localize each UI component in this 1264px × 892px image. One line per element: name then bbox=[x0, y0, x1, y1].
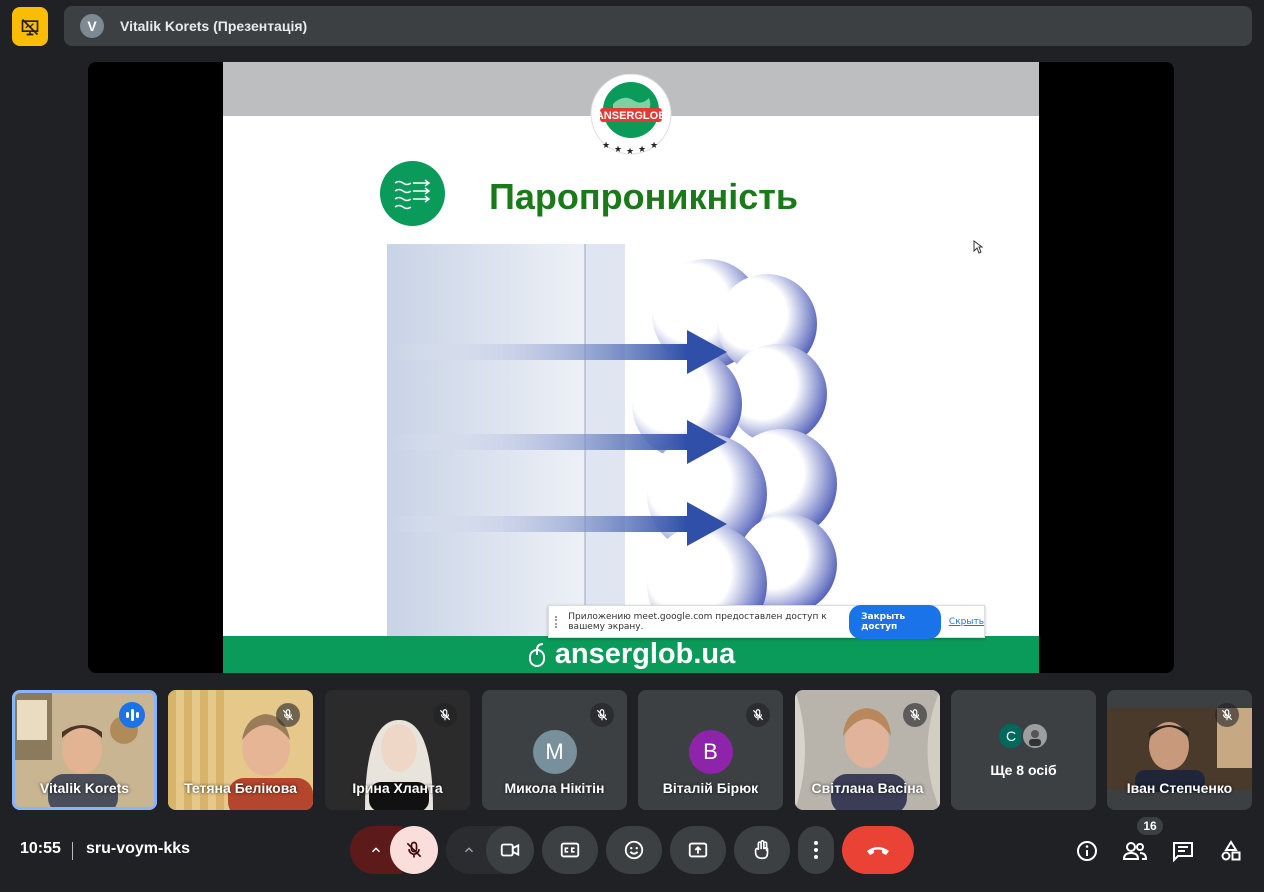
more-participants-label: Ще 8 осіб bbox=[990, 762, 1057, 778]
hand-icon bbox=[754, 840, 769, 860]
slide-title: Паропроникність bbox=[489, 176, 799, 217]
meeting-code: sru-voym-kks bbox=[86, 840, 191, 857]
slide-footer-url: anserglob.ua bbox=[554, 638, 736, 670]
video-camera-icon bbox=[500, 843, 520, 857]
mic-off-icon bbox=[276, 703, 300, 727]
participant-name: Віталій Бірюк bbox=[662, 780, 759, 796]
presenter-bar: V Vitalik Korets (Презентація) bbox=[64, 6, 1252, 46]
chat-button[interactable] bbox=[1168, 836, 1198, 866]
hang-up-icon bbox=[867, 847, 889, 855]
hide-notice-link[interactable]: Скрыть bbox=[949, 617, 984, 627]
svg-text:★: ★ bbox=[614, 145, 622, 155]
reactions-button[interactable] bbox=[606, 826, 662, 874]
people-button[interactable] bbox=[1120, 836, 1150, 866]
present-screen-button[interactable] bbox=[670, 826, 726, 874]
mouse-cursor-icon bbox=[973, 240, 983, 254]
end-call-button[interactable] bbox=[842, 826, 914, 874]
mouse-icon bbox=[528, 642, 545, 667]
participant-tile-svitlana[interactable]: Світлана Васіна bbox=[795, 690, 940, 810]
divider bbox=[72, 842, 73, 860]
meeting-details-button[interactable] bbox=[1072, 836, 1102, 866]
mic-off-icon bbox=[746, 703, 770, 727]
chevron-up-icon bbox=[464, 847, 474, 853]
info-icon bbox=[1077, 841, 1097, 861]
participant-name: Микола Нікітін bbox=[504, 780, 605, 796]
participant-tile-tetyana[interactable]: Тетяна Белікова bbox=[168, 690, 313, 810]
people-icon bbox=[1122, 842, 1148, 860]
emoji-icon bbox=[624, 840, 644, 860]
mic-toggle-button[interactable] bbox=[390, 826, 438, 874]
svg-text:★: ★ bbox=[638, 145, 646, 155]
mic-off-icon bbox=[903, 703, 927, 727]
slide-footer: anserglob.ua bbox=[223, 636, 1039, 673]
stop-sharing-button[interactable]: Закрыть доступ bbox=[849, 604, 941, 639]
participant-name: Vitalik Korets bbox=[39, 780, 130, 796]
mic-off-icon bbox=[590, 703, 614, 727]
participant-photo-avatar bbox=[1021, 722, 1049, 750]
participant-name: Світлана Васіна bbox=[811, 780, 924, 796]
chevron-up-icon bbox=[371, 847, 381, 853]
vapor-illustration bbox=[387, 244, 837, 638]
activities-button[interactable] bbox=[1216, 836, 1246, 866]
presentation-stage: ANSERGLOB ★ ★ ★ ★ ★ Паропроникність anse… bbox=[88, 62, 1174, 673]
participant-name: Тетяна Белікова bbox=[184, 780, 297, 796]
logo-text: ANSERGLOB bbox=[596, 110, 666, 122]
participant-name: Ірина Хланта bbox=[352, 780, 443, 796]
more-participants-tile[interactable]: C Ще 8 осіб bbox=[951, 690, 1096, 810]
more-vertical-icon bbox=[814, 841, 818, 859]
vapor-icon bbox=[380, 161, 445, 226]
more-options-button[interactable] bbox=[798, 826, 834, 874]
svg-text:★: ★ bbox=[650, 141, 658, 151]
participant-tile-iryna[interactable]: Ірина Хланта bbox=[325, 690, 470, 810]
captions-button[interactable] bbox=[542, 826, 598, 874]
meeting-clock: 10:55 bbox=[20, 840, 61, 857]
participant-tile-vitaliy[interactable]: B Віталій Бірюк bbox=[638, 690, 783, 810]
present-off-icon bbox=[21, 18, 39, 35]
mic-off-icon bbox=[406, 841, 422, 858]
speaking-indicator-icon bbox=[119, 702, 145, 728]
participant-tile-vitalik[interactable]: Vitalik Korets bbox=[12, 690, 157, 810]
participant-tile-ivan[interactable]: Іван Степченко bbox=[1107, 690, 1252, 810]
screen-share-notice: Приложению meet.google.com предоставлен … bbox=[548, 604, 985, 639]
shared-slide: ANSERGLOB ★ ★ ★ ★ ★ Паропроникність anse… bbox=[223, 62, 1039, 673]
presenter-title: Vitalik Korets (Презентація) bbox=[120, 18, 308, 34]
participant-avatar: B bbox=[688, 730, 733, 774]
closed-captions-icon bbox=[560, 842, 580, 858]
mic-off-icon bbox=[433, 703, 457, 727]
camera-toggle-button[interactable] bbox=[486, 826, 534, 874]
drag-handle-icon[interactable] bbox=[555, 615, 560, 628]
svg-text:★: ★ bbox=[626, 147, 634, 157]
participant-avatar: M bbox=[532, 730, 577, 774]
more-avatars: C bbox=[997, 722, 1049, 750]
present-screen-icon bbox=[688, 842, 708, 858]
participant-tile-mykola[interactable]: M Микола Нікітін bbox=[482, 690, 627, 810]
svg-text:★: ★ bbox=[602, 141, 610, 151]
presenter-avatar: V bbox=[80, 14, 104, 38]
share-notice-text: Приложению meet.google.com предоставлен … bbox=[568, 611, 827, 632]
people-count-badge: 16 bbox=[1137, 817, 1163, 835]
activities-icon bbox=[1221, 840, 1241, 861]
presentation-toggle-button[interactable] bbox=[12, 7, 48, 46]
chat-icon bbox=[1173, 842, 1193, 863]
raise-hand-button[interactable] bbox=[734, 826, 790, 874]
mic-off-icon bbox=[1215, 703, 1239, 727]
participant-name: Іван Степченко bbox=[1126, 780, 1233, 796]
anserglob-logo: ANSERGLOB ★ ★ ★ ★ ★ bbox=[590, 74, 672, 157]
